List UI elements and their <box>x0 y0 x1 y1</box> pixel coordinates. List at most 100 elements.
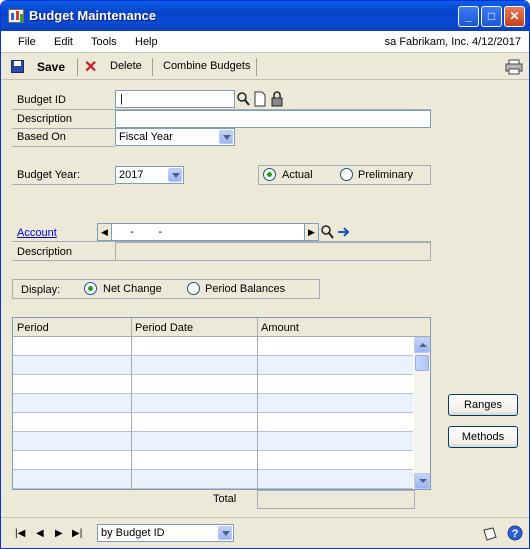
scroll-up-icon[interactable] <box>414 337 430 353</box>
scrollbar-thumb[interactable] <box>415 355 429 371</box>
period-balances-label: Period Balances <box>205 283 286 295</box>
save-button[interactable]: Save <box>37 60 65 74</box>
chevron-down-icon[interactable] <box>218 526 232 540</box>
budget-id-value: | <box>120 93 123 105</box>
toolbar-separator <box>152 58 153 76</box>
divider <box>12 184 115 185</box>
scroll-left-icon[interactable]: ◀ <box>98 224 112 240</box>
delete-icon[interactable]: ✕ <box>84 57 97 77</box>
title-bar: Budget Maintenance _ □ ✕ <box>1 1 529 31</box>
divider <box>12 146 115 147</box>
minimize-button[interactable]: _ <box>458 6 479 27</box>
last-record-icon[interactable]: ▶| <box>72 528 82 539</box>
budget-maintenance-window: Budget Maintenance _ □ ✕ File Edit Tools… <box>0 0 530 549</box>
table-row[interactable] <box>13 470 413 489</box>
svg-text:?: ? <box>512 528 519 540</box>
preliminary-label: Preliminary <box>358 169 414 181</box>
divider <box>12 128 115 129</box>
table-row[interactable] <box>13 432 413 451</box>
total-field <box>257 490 415 509</box>
note-lock-icon[interactable] <box>270 91 284 107</box>
menu-tools[interactable]: Tools <box>91 36 117 48</box>
note-icon[interactable] <box>482 526 498 542</box>
column-header-period-date[interactable]: Period Date <box>135 322 193 334</box>
budget-id-input[interactable]: | <box>115 90 235 108</box>
scroll-down-icon[interactable] <box>414 473 430 489</box>
previous-record-icon[interactable]: ◀ <box>36 528 44 539</box>
ranges-button[interactable]: Ranges <box>448 394 518 416</box>
sort-by-dropdown[interactable]: by Budget ID <box>97 524 234 542</box>
net-change-radio[interactable] <box>84 282 97 295</box>
budget-grid: Period Period Date Amount <box>12 317 431 490</box>
chevron-down-icon[interactable] <box>168 168 182 182</box>
column-divider <box>131 318 132 489</box>
menu-file[interactable]: File <box>18 36 36 48</box>
account-mask: - - <box>118 226 162 238</box>
divider <box>12 260 115 261</box>
table-row[interactable] <box>13 375 413 394</box>
save-icon[interactable] <box>11 60 24 73</box>
period-balances-radio[interactable] <box>187 282 200 295</box>
new-document-icon[interactable] <box>253 91 267 107</box>
based-on-dropdown[interactable]: Fiscal Year <box>115 128 235 146</box>
window-title: Budget Maintenance <box>29 8 157 23</box>
maximize-button[interactable]: □ <box>481 6 502 27</box>
account-link[interactable]: Account <box>17 227 57 239</box>
first-record-icon[interactable]: |◀ <box>15 528 25 539</box>
based-on-value: Fiscal Year <box>119 131 173 143</box>
display-label: Display: <box>21 284 61 296</box>
app-icon <box>8 9 24 23</box>
account-input[interactable]: ◀ - - ▶ <box>97 223 319 241</box>
chevron-down-icon[interactable] <box>219 130 233 144</box>
account-description-field <box>115 242 431 261</box>
budget-year-value: 2017 <box>119 169 144 181</box>
menu-edit[interactable]: Edit <box>54 36 73 48</box>
sort-by-value: by Budget ID <box>101 527 165 539</box>
preliminary-radio[interactable] <box>340 168 353 181</box>
table-row[interactable] <box>13 356 413 375</box>
description-input[interactable] <box>115 110 431 128</box>
next-record-icon[interactable]: ▶ <box>55 528 63 539</box>
methods-button[interactable]: Methods <box>448 426 518 448</box>
total-label: Total <box>213 493 237 505</box>
toolbar-separator <box>77 58 78 76</box>
budget-id-label: Budget ID <box>17 94 66 106</box>
table-row[interactable] <box>13 451 413 470</box>
budget-year-dropdown[interactable]: 2017 <box>115 166 184 184</box>
menu-bar: File Edit Tools Help sa Fabrikam, Inc. 4… <box>1 31 529 53</box>
based-on-label: Based On <box>17 131 66 143</box>
actual-radio[interactable] <box>263 168 276 181</box>
table-row[interactable] <box>13 413 413 432</box>
account-lookup-icon[interactable] <box>320 224 334 240</box>
toolbar: Save ✕ Delete Combine Budgets <box>1 54 529 80</box>
status-bar: |◀ ◀ ▶ ▶| by Budget ID ? <box>1 517 529 548</box>
actual-label: Actual <box>282 169 313 181</box>
help-icon[interactable]: ? <box>507 525 523 541</box>
toolbar-separator <box>256 58 257 76</box>
expand-arrow-icon[interactable] <box>337 224 351 240</box>
budget-year-label: Budget Year: <box>17 169 81 181</box>
printer-icon[interactable] <box>505 59 523 75</box>
lookup-icon[interactable] <box>236 91 250 107</box>
account-description-label: Description <box>17 246 73 258</box>
minimize-icon: _ <box>465 9 472 23</box>
net-change-label: Net Change <box>103 283 162 295</box>
description-label: Description <box>17 113 73 125</box>
close-button[interactable]: ✕ <box>504 6 525 27</box>
user-company-date: sa Fabrikam, Inc. 4/12/2017 <box>384 36 521 48</box>
actual-preliminary-group: Actual Preliminary <box>258 165 431 185</box>
grid-header: Period Period Date Amount <box>13 318 430 337</box>
column-header-amount[interactable]: Amount <box>261 322 299 334</box>
vertical-scrollbar[interactable] <box>414 337 430 489</box>
menu-help[interactable]: Help <box>135 36 158 48</box>
column-divider <box>257 318 258 489</box>
display-group: Display: Net Change Period Balances <box>12 279 320 299</box>
table-row[interactable] <box>13 337 413 356</box>
combine-budgets-button[interactable]: Combine Budgets <box>163 60 250 72</box>
close-icon: ✕ <box>509 9 520 23</box>
delete-button[interactable]: Delete <box>110 60 142 72</box>
scroll-right-icon[interactable]: ▶ <box>304 224 318 240</box>
column-header-period[interactable]: Period <box>17 322 49 334</box>
maximize-icon: □ <box>487 9 496 23</box>
table-row[interactable] <box>13 394 413 413</box>
